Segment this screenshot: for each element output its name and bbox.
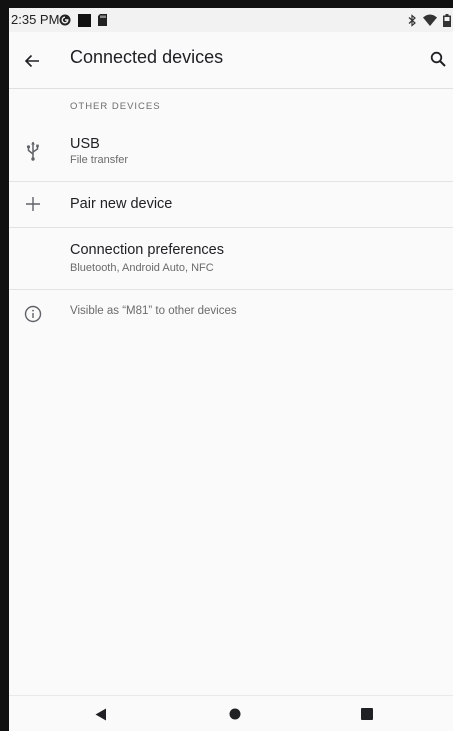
status-bar: 2:35 PM — [9, 8, 453, 32]
connection-preferences-subtitle: Bluetooth, Android Auto, NFC — [70, 262, 214, 274]
usb-subtitle: File transfer — [70, 154, 129, 166]
device-frame: 2:35 PM Connected devices OTHER DEVICES … — [0, 0, 453, 731]
search-button[interactable] — [425, 46, 451, 72]
screen: 2:35 PM Connected devices OTHER DEVICES … — [9, 8, 453, 731]
status-icons-left — [59, 11, 107, 29]
usb-title: USB — [70, 136, 100, 152]
back-triangle-icon — [95, 708, 106, 720]
page-title: Connected devices — [70, 47, 224, 67]
sdcard-icon — [98, 14, 107, 26]
nav-recents-button[interactable] — [357, 704, 377, 724]
bezel-top — [0, 0, 453, 8]
bezel-left — [0, 0, 9, 731]
plus-icon — [21, 192, 45, 216]
pair-new-device-title: Pair new device — [70, 196, 173, 212]
status-icons-right — [408, 11, 451, 29]
search-icon — [430, 51, 446, 67]
connection-preferences-title: Connection preferences — [70, 242, 224, 258]
divider — [9, 289, 453, 290]
square-icon — [78, 13, 91, 27]
back-button[interactable] — [19, 48, 45, 74]
nav-back-button[interactable] — [91, 704, 111, 724]
info-icon — [24, 305, 42, 323]
bluetooth-icon — [408, 13, 416, 27]
google-icon — [59, 14, 71, 26]
status-time: 2:35 PM — [11, 12, 60, 27]
home-circle-icon — [229, 708, 241, 720]
section-header-other-devices: OTHER DEVICES — [70, 101, 161, 112]
toolbar: Connected devices — [9, 32, 453, 89]
battery-icon — [443, 13, 451, 27]
list-item-usb[interactable]: USB File transfer — [9, 128, 453, 182]
wifi-icon — [423, 14, 437, 26]
arrow-back-icon — [24, 54, 39, 68]
list-item-pair-new-device[interactable]: Pair new device — [9, 182, 453, 227]
visibility-info-text: Visible as “M81” to other devices — [70, 305, 237, 317]
recents-square-icon — [361, 708, 373, 720]
usb-icon — [21, 139, 45, 163]
list-item-connection-preferences[interactable]: Connection preferences Bluetooth, Androi… — [9, 228, 453, 289]
nav-home-button[interactable] — [225, 704, 245, 724]
navigation-bar — [9, 695, 453, 731]
